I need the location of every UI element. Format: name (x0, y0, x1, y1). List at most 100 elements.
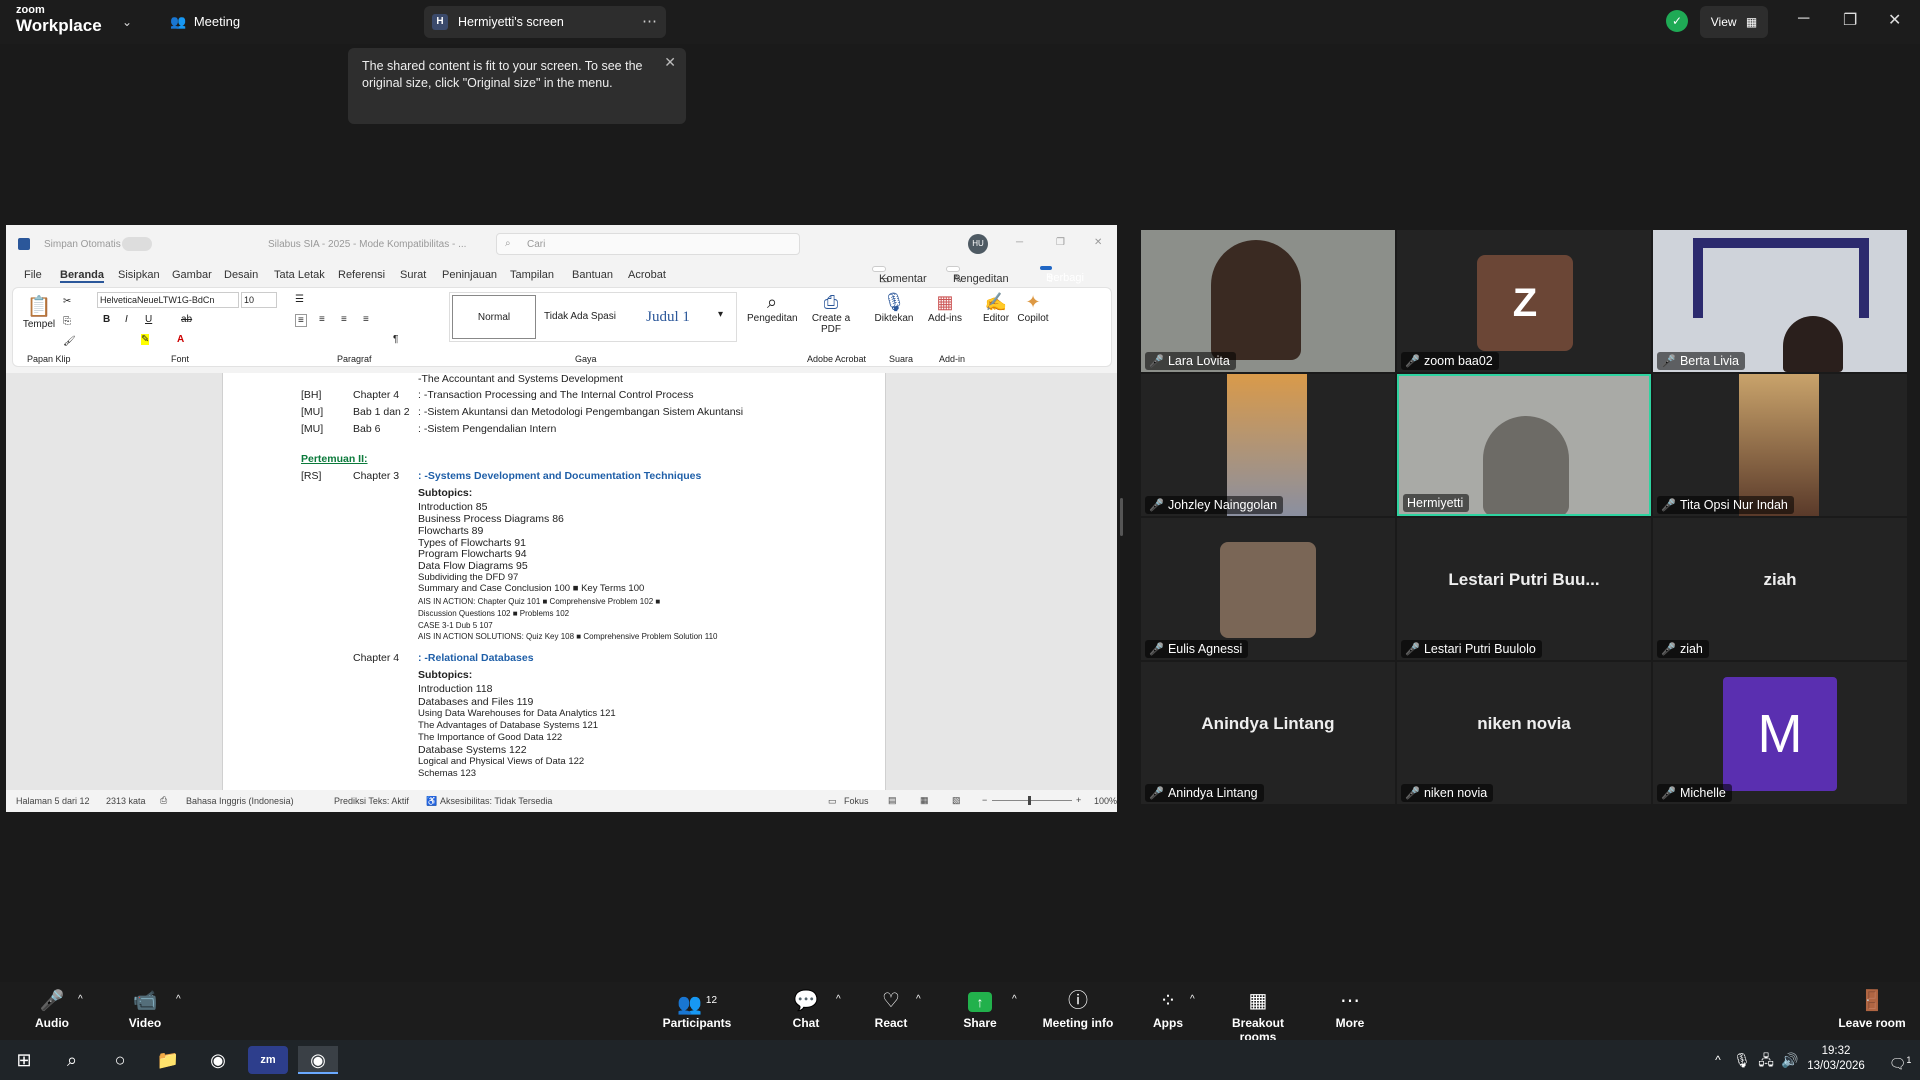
menu-sisipkan[interactable]: Sisipkan (118, 269, 160, 281)
react-button[interactable]: ♡ React (870, 988, 912, 1030)
menu-referensi[interactable]: Referensi (338, 269, 385, 281)
leave-room-button[interactable]: 🚪 Leave room (1836, 988, 1908, 1030)
notification-icon[interactable]: 🗨1 (1880, 1046, 1920, 1074)
align-center-icon[interactable]: ≡ (319, 314, 325, 325)
font-name-select[interactable]: HelveticaNeueLTW1G-BdCn (97, 292, 239, 308)
video-tile[interactable]: 🎤 Eulis Agnessi (1141, 518, 1395, 660)
menu-tampilan[interactable]: Tampilan (510, 269, 554, 281)
windows-start-icon[interactable]: ⊞ (4, 1046, 44, 1074)
video-button[interactable]: 📹 Video (122, 988, 168, 1030)
split-divider-handle[interactable] (1120, 498, 1123, 536)
read-mode-icon[interactable]: ▤ (888, 795, 897, 806)
active-speaker-tile[interactable]: Hermiyetti (1397, 374, 1651, 516)
menu-peninjauan[interactable]: Peninjauan (442, 269, 497, 281)
format-painter-icon[interactable]: 🖌 (63, 336, 76, 347)
status-text-prediction[interactable]: Prediksi Teks: Aktif (334, 796, 409, 806)
file-explorer-icon[interactable]: 📁 (148, 1046, 188, 1074)
zoom-app-icon[interactable]: zm (248, 1046, 288, 1074)
style-no-spacing[interactable]: Tidak Ada Spasi (538, 295, 622, 339)
print-layout-icon[interactable]: ▦ (920, 795, 929, 806)
menu-beranda[interactable]: Beranda (60, 269, 105, 283)
video-tile[interactable]: 🎤 Lara Lovita (1141, 230, 1395, 372)
word-minimize-icon[interactable]: ─ (1016, 237, 1023, 248)
pengeditan-mode-button[interactable]: ✎ Pengeditan (946, 266, 1009, 286)
react-options-chevron-icon[interactable]: ^ (916, 994, 921, 1005)
font-size-select[interactable]: 10 (241, 292, 277, 308)
apps-button[interactable]: ⁘ Apps (1148, 988, 1188, 1030)
video-tile[interactable]: 🎤 Berta Livia (1653, 230, 1907, 372)
participants-button[interactable]: 👥 12 Participants (660, 988, 734, 1030)
addins-button[interactable]: ▦ Add-ins (925, 292, 965, 324)
align-left-icon[interactable]: ≡ (295, 314, 307, 327)
word-close-icon[interactable]: ✕ (1094, 237, 1102, 248)
video-tile[interactable]: M 🎤 Michelle (1653, 662, 1907, 804)
editor-button[interactable]: ✍ Editor (979, 292, 1013, 324)
menu-bantuan[interactable]: Bantuan (572, 269, 613, 281)
copy-icon[interactable]: ⎘ (63, 316, 71, 327)
meeting-info-button[interactable]: ⓘ Meeting info (1040, 988, 1116, 1030)
video-tile[interactable]: niken novia 🎤 niken novia (1397, 662, 1651, 804)
chat-options-chevron-icon[interactable]: ^ (836, 994, 841, 1005)
minimize-icon[interactable]: ─ (1798, 10, 1809, 28)
video-tile[interactable]: 🎤 Johzley Nainggolan (1141, 374, 1395, 516)
security-shield-icon[interactable]: ✓ (1666, 10, 1688, 32)
status-accessibility[interactable]: Aksesibilitas: Tidak Tersedia (440, 796, 552, 806)
share-button[interactable]: ↑ Share (960, 988, 1000, 1030)
zoom-in-icon[interactable]: + (1076, 795, 1081, 805)
font-color-icon[interactable]: A (177, 334, 184, 345)
meeting-menu-button[interactable]: 👥 Meeting (170, 14, 240, 30)
create-pdf-button[interactable]: ⎙ Create a PDF (807, 292, 855, 335)
highlight-icon[interactable]: ✎ (141, 334, 150, 345)
status-focus[interactable]: Fokus (844, 796, 869, 806)
apps-options-chevron-icon[interactable]: ^ (1190, 994, 1195, 1005)
video-tile[interactable]: Anindya Lintang 🎤 Anindya Lintang (1141, 662, 1395, 804)
justify-icon[interactable]: ≡ (363, 314, 369, 325)
restore-icon[interactable]: ❐ (1843, 10, 1857, 30)
style-heading-1[interactable]: Judul 1 (626, 295, 710, 339)
menu-surat[interactable]: Surat (400, 269, 426, 281)
autosave-toggle[interactable] (122, 237, 152, 251)
chevron-down-icon[interactable]: ⌄ (122, 15, 132, 29)
menu-gambar[interactable]: Gambar (172, 269, 212, 281)
komentar-button[interactable]: ▭ Komentar (872, 266, 927, 286)
video-tile[interactable]: Lestari Putri Buu... 🎤 Lestari Putri Buul… (1397, 518, 1651, 660)
chrome-active-icon[interactable]: ◉ (298, 1046, 338, 1074)
pilcrow-icon[interactable]: ¶ (393, 334, 398, 345)
audio-options-chevron-icon[interactable]: ^ (78, 994, 83, 1005)
video-tile[interactable]: 🎤 Tita Opsi Nur Indah (1653, 374, 1907, 516)
underline-icon[interactable]: U (145, 314, 152, 325)
chat-button[interactable]: 💬 Chat (786, 988, 826, 1030)
copilot-button[interactable]: ✦ Copilot (1015, 292, 1051, 324)
pengeditan-button[interactable]: ⌕ Pengeditan (747, 292, 798, 324)
berbagi-button[interactable]: ⇪ Berbagi (1040, 266, 1084, 285)
menu-desain[interactable]: Desain (224, 269, 258, 281)
style-normal[interactable]: Normal (452, 295, 536, 339)
bold-icon[interactable]: B (103, 314, 110, 325)
zoom-slider[interactable] (992, 800, 1072, 801)
zoom-out-icon[interactable]: − (982, 795, 987, 805)
zoom-slider-thumb[interactable] (1028, 796, 1031, 805)
share-options-chevron-icon[interactable]: ^ (1012, 994, 1017, 1005)
status-zoom[interactable]: 100% (1094, 796, 1117, 806)
video-tile[interactable]: Z 🎤 zoom baa02 (1397, 230, 1651, 372)
close-icon[interactable]: ✕ (1888, 10, 1901, 30)
status-page[interactable]: Halaman 5 dari 12 (16, 796, 90, 806)
search-icon[interactable]: ⌕ (52, 1046, 92, 1074)
user-avatar[interactable]: HU (968, 234, 988, 254)
more-button[interactable]: ⋯ More (1330, 988, 1370, 1030)
word-search-box[interactable]: ⌕ Cari (496, 233, 800, 255)
video-options-chevron-icon[interactable]: ^ (176, 994, 181, 1005)
align-right-icon[interactable]: ≡ (341, 314, 347, 325)
web-layout-icon[interactable]: ▧ (952, 795, 961, 806)
document-page[interactable]: -The Accountant and Systems Development … (222, 373, 886, 790)
word-restore-icon[interactable]: ❐ (1056, 237, 1065, 248)
tooltip-close-icon[interactable]: ✕ (664, 54, 676, 71)
styles-more-icon[interactable]: ▾ (718, 309, 723, 320)
shared-screen-tab[interactable]: H Hermiyetti's screen ⋯ (424, 6, 666, 38)
italic-icon[interactable]: I (125, 314, 128, 325)
audio-button[interactable]: 🎤 Audio (30, 988, 74, 1030)
cut-icon[interactable]: ✂ (63, 296, 71, 307)
proofing-icon[interactable]: ⎙ (160, 795, 167, 806)
clock[interactable]: 19:32 13/03/2026 (1796, 1044, 1876, 1074)
menu-tata-letak[interactable]: Tata Letak (274, 269, 325, 281)
